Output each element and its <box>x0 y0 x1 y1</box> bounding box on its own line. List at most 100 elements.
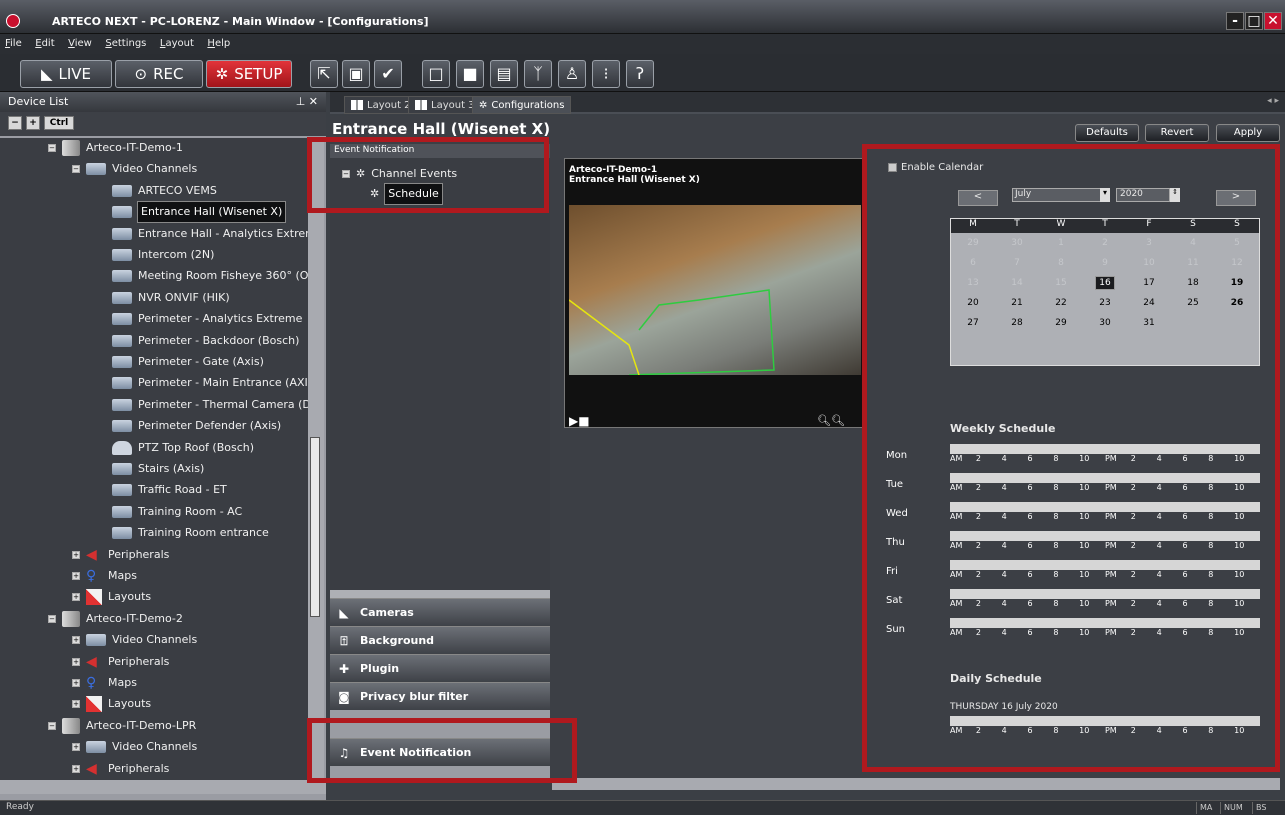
curve-icon[interactable]: ʔ <box>626 60 654 88</box>
layout-frame-icon[interactable]: ▤ <box>490 60 518 88</box>
device-tree-item[interactable]: Intercom (2N) <box>112 245 214 265</box>
expand-icon[interactable]: + <box>72 657 80 666</box>
device-tree-item[interactable]: Perimeter Defender (Axis) <box>112 416 281 436</box>
rec-button[interactable]: ⊙ REC <box>115 60 203 88</box>
expand-all-button[interactable]: + <box>26 116 40 130</box>
expand-icon[interactable]: + <box>72 764 80 773</box>
menu-bar: File Edit View Settings Layout Help <box>0 34 1285 54</box>
device-tree-label: Meeting Room Fisheye 360° (ORCA <box>138 269 308 283</box>
privacy-section-button[interactable]: ◙ Privacy blur filter <box>330 682 550 710</box>
menu-file[interactable]: File <box>0 34 27 53</box>
device-tree-item[interactable]: + Video Channels <box>72 630 197 650</box>
zoom-icons[interactable]: 🔍︎🔍︎ <box>817 414 845 427</box>
collapse-icon[interactable]: − <box>48 721 56 730</box>
device-tree-item[interactable]: Perimeter - Thermal Camera (Dahua <box>112 395 308 415</box>
device-tree-item[interactable]: Entrance Hall (Wisenet X) <box>112 201 287 224</box>
menu-layout[interactable]: Layout <box>155 34 199 53</box>
expand-icon[interactable]: + <box>72 593 80 602</box>
device-tree-item[interactable]: PTZ Top Roof (Bosch) <box>112 438 254 458</box>
device-tree-item[interactable]: Perimeter - Main Entrance (AXIS 5-I <box>112 373 308 393</box>
highlight-event-notification <box>307 718 577 783</box>
apply-button[interactable]: Apply <box>1216 124 1280 142</box>
device-tree-label: Training Room - AC <box>138 504 243 518</box>
defaults-button[interactable]: Defaults <box>1075 124 1139 142</box>
revert-button[interactable]: Revert <box>1145 124 1209 142</box>
device-tree-item[interactable]: + Layouts <box>72 587 151 607</box>
close-button[interactable]: ✕ <box>1264 12 1282 30</box>
collapse-icon[interactable]: − <box>48 144 56 152</box>
device-tree-item[interactable]: + ♀ Maps <box>72 566 137 586</box>
expand-icon[interactable]: + <box>72 700 80 709</box>
collapse-icon[interactable]: − <box>48 614 56 623</box>
device-tree-item[interactable]: Entrance Hall - Analytics Extreme <box>112 224 308 244</box>
collapse-all-button[interactable]: − <box>8 116 22 130</box>
dots-path-icon[interactable]: ⁝ <box>592 60 620 88</box>
cameras-section-button[interactable]: ◣ Cameras <box>330 598 550 626</box>
fullscreen-icon[interactable]: ⇱ <box>310 60 338 88</box>
plugin-section-button[interactable]: ✚ Plugin <box>330 654 550 682</box>
device-tree-item[interactable]: + Video Channels <box>72 737 197 757</box>
check-circle-icon[interactable]: ✔ <box>374 60 402 88</box>
device-tree-item[interactable]: Meeting Room Fisheye 360° (ORCA <box>112 266 308 286</box>
expand-icon[interactable]: + <box>72 743 80 752</box>
horizontal-scrollbar[interactable] <box>0 780 326 794</box>
device-tree-item[interactable]: − Arteco-IT-Demo-2 <box>48 609 183 629</box>
collapse-icon[interactable]: − <box>72 165 80 174</box>
menu-help[interactable]: Help <box>202 34 235 53</box>
live-button[interactable]: ◣ LIVE <box>20 60 112 88</box>
device-tree-item[interactable]: Perimeter - Backdoor (Bosch) <box>112 331 299 351</box>
menu-view[interactable]: View <box>63 34 97 53</box>
device-tree-item[interactable]: − Arteco-IT-Demo-1 <box>48 138 183 158</box>
scrollbar-thumb[interactable] <box>310 437 320 617</box>
tab-label: Configurations <box>491 99 565 111</box>
device-tree-item[interactable]: + Layouts <box>72 694 151 714</box>
pin-close-icon[interactable]: ⊥ ✕ <box>296 95 318 108</box>
menu-edit[interactable]: Edit <box>30 34 59 53</box>
expand-icon[interactable]: + <box>72 550 80 559</box>
tab-bar: Layout 2 Layout 3 ✲ Configurations ◂ ▸ <box>330 92 1285 114</box>
device-tree-item[interactable]: + ◀ Peripherals <box>72 652 169 672</box>
device-tree-item[interactable]: Stairs (Axis) <box>112 459 204 479</box>
device-tree-item[interactable]: + ◀ Peripherals <box>72 545 169 565</box>
play-stop-controls[interactable]: ▶■ <box>569 414 590 428</box>
privacy-icon: ◙ <box>338 689 350 704</box>
device-tree-item[interactable]: ARTECO VEMS <box>112 181 217 201</box>
panel-splitter[interactable] <box>330 590 550 598</box>
minimize-button[interactable]: - <box>1226 12 1244 30</box>
device-tree-item[interactable]: − Video Channels <box>72 159 197 179</box>
window-stack-icon[interactable]: ▣ <box>342 60 370 88</box>
person-icon[interactable]: ♙ <box>558 60 586 88</box>
ptz-icon <box>112 440 132 455</box>
tab-layout-3[interactable]: Layout 3 <box>408 96 482 114</box>
layout-single-icon[interactable]: □ <box>422 60 450 88</box>
device-tree-label: Peripherals <box>108 761 170 775</box>
device-tree-item[interactable]: Training Room entrance <box>112 523 269 543</box>
tab-layout-2[interactable]: Layout 2 <box>344 96 418 114</box>
tab-scroll-arrows-icon[interactable]: ◂ ▸ <box>1267 96 1279 106</box>
running-man-icon[interactable]: ᛉ <box>524 60 552 88</box>
device-tree-item[interactable]: − Arteco-IT-Demo-LPR <box>48 716 196 736</box>
ctrl-button[interactable]: Ctrl <box>44 116 74 130</box>
device-list-title: Device List <box>8 95 69 108</box>
layout-fill-icon[interactable]: ■ <box>456 60 484 88</box>
device-tree-label: Arteco-IT-Demo-1 <box>86 141 183 154</box>
tab-configurations[interactable]: ✲ Configurations <box>472 96 572 114</box>
device-tree-item[interactable]: Perimeter - Analytics Extreme <box>112 309 302 329</box>
maximize-button[interactable]: □ <box>1245 12 1263 30</box>
setup-button[interactable]: ✲ SETUP <box>206 60 292 88</box>
device-tree-item[interactable]: Perimeter - Gate (Axis) <box>112 352 264 372</box>
gear-icon: ✲ <box>215 65 229 83</box>
expand-icon[interactable]: + <box>72 572 80 580</box>
device-tree-item[interactable]: NVR ONVIF (HIK) <box>112 288 230 308</box>
device-tree-item[interactable]: Training Room - AC <box>112 502 242 522</box>
background-section-button[interactable]: ⍐ Background <box>330 626 550 654</box>
config-horizontal-scrollbar[interactable] <box>552 778 1280 790</box>
expand-icon[interactable]: + <box>72 679 80 687</box>
periph-icon: ◀ <box>86 546 97 563</box>
device-tree-label: Layouts <box>108 590 152 604</box>
device-tree-item[interactable]: + ♀ Maps <box>72 673 137 693</box>
menu-settings[interactable]: Settings <box>100 34 151 53</box>
device-tree-item[interactable]: Traffic Road - ET <box>112 480 227 500</box>
device-tree-item[interactable]: + ◀ Peripherals <box>72 759 169 779</box>
expand-icon[interactable]: + <box>72 636 80 645</box>
